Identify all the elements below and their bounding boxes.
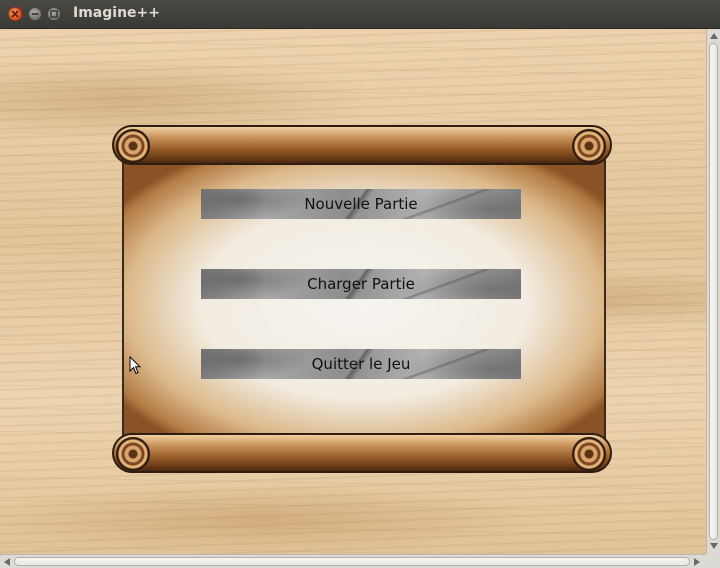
maximize-icon [50,10,58,18]
maximize-button[interactable] [47,7,61,21]
new-game-button[interactable]: Nouvelle Partie [201,189,521,219]
scroll-end-icon [572,437,606,471]
window-titlebar[interactable]: Imagine++ [0,0,720,29]
scroll-left-arrow-icon[interactable] [4,558,10,566]
window-title: Imagine++ [73,5,160,21]
scroll-down-arrow-icon[interactable] [710,543,718,549]
minimize-button[interactable] [28,7,42,21]
horizontal-scroll-thumb[interactable] [14,557,690,566]
scroll-up-arrow-icon[interactable] [710,33,718,39]
scroll-roll-bottom [112,433,612,473]
scroll-roll-top [112,125,612,165]
load-game-button[interactable]: Charger Partie [201,269,521,299]
vertical-scroll-thumb[interactable] [709,43,718,540]
scroll-end-icon [116,437,150,471]
parchment-scroll [112,125,612,475]
scroll-right-arrow-icon[interactable] [694,558,700,566]
close-button[interactable] [8,7,22,21]
quit-game-button[interactable]: Quitter le Jeu [201,349,521,379]
horizontal-scrollbar[interactable] [0,554,706,568]
scroll-end-icon [116,129,150,163]
close-icon [11,10,19,18]
vertical-scrollbar[interactable] [706,29,720,554]
scrollbar-corner [706,554,720,568]
mouse-pointer-icon [129,356,141,375]
minimize-icon [32,13,38,15]
scroll-end-icon [572,129,606,163]
